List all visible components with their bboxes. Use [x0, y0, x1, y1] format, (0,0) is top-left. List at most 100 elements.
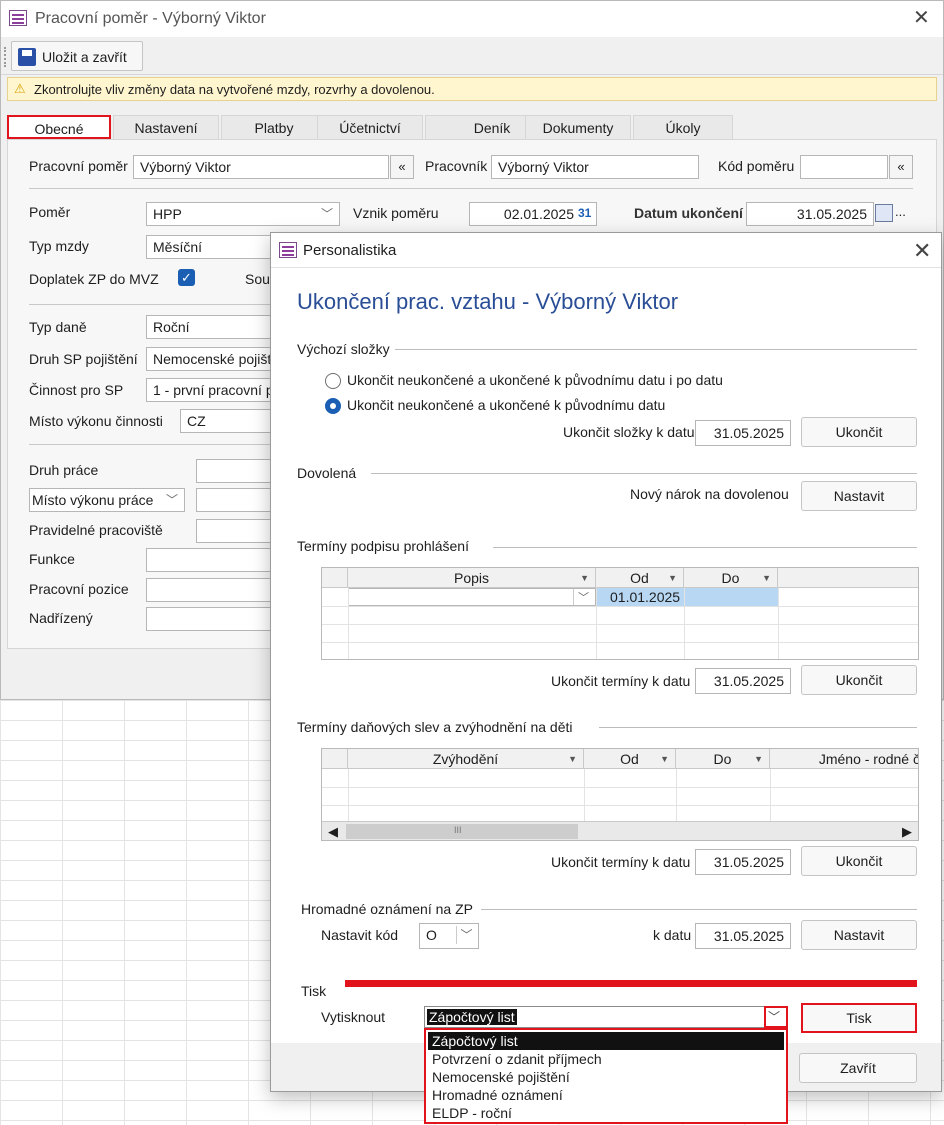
grid-column-line: [348, 769, 349, 821]
cinnost-label: Činnost pro SP: [29, 382, 124, 398]
separator: [29, 188, 913, 189]
scrollbar-thumb[interactable]: III: [346, 824, 578, 839]
nadrizeny-field[interactable]: [146, 607, 276, 631]
pomer-combo[interactable]: HPP ﹀: [146, 202, 340, 226]
dropdown-option[interactable]: Potvrzení o zdanit příjmech: [428, 1050, 784, 1068]
column-menu-icon[interactable]: ▼: [754, 749, 763, 769]
row-header-cell: [322, 749, 348, 769]
dropdown-option[interactable]: Nemocenské pojištění: [428, 1068, 784, 1086]
ukoncit-terminy-slev-button[interactable]: Ukončit: [801, 846, 917, 876]
titlebar: Pracovní poměr - Výborný Viktor ✕: [1, 1, 943, 37]
scroll-grip: III: [454, 825, 462, 835]
nastavit-dovolenou-button[interactable]: Nastavit: [801, 481, 917, 511]
separator: [29, 444, 273, 445]
column-header-popis[interactable]: Popis ▼: [348, 568, 596, 588]
funkce-label: Funkce: [29, 551, 75, 567]
column-menu-icon[interactable]: ▼: [660, 749, 669, 769]
ukoncit-terminy-podpisu-button[interactable]: Ukončit: [801, 665, 917, 695]
misto-prace-label: Místo výkonu práce: [32, 492, 154, 508]
pracovni-pozice-field[interactable]: [146, 578, 276, 602]
column-header-do[interactable]: Do ▼: [684, 568, 778, 588]
tab-platby[interactable]: Platby: [221, 115, 327, 139]
column-header-do[interactable]: Do ▼: [676, 749, 770, 769]
column-header-zvyhodneni[interactable]: Zvýhodění ▼: [348, 749, 584, 769]
hromadne-date-field[interactable]: 31.05.2025: [695, 923, 791, 949]
druh-prace-field[interactable]: [196, 459, 276, 483]
column-menu-icon[interactable]: ▼: [762, 568, 771, 588]
chevron-down-icon[interactable]: ﹀: [456, 926, 476, 944]
druh-sp-combo[interactable]: Nemocenské pojiště: [146, 347, 276, 371]
vychozi-section-title: Výchozí složky: [297, 341, 390, 357]
dropdown-option[interactable]: Hromadné oznámení: [428, 1086, 784, 1104]
radio-option-2[interactable]: [325, 398, 341, 414]
column-menu-icon[interactable]: ▼: [668, 568, 677, 588]
tab-nastaveni[interactable]: Nastavení: [113, 115, 219, 139]
zavrit-button[interactable]: Zavřít: [799, 1053, 917, 1083]
nastavit-kod-value: O: [426, 927, 437, 943]
vytisknout-combo[interactable]: Zápočtový list: [424, 1006, 788, 1028]
column-header-od[interactable]: Od ▼: [596, 568, 684, 588]
calendar-icon[interactable]: 31: [578, 206, 591, 220]
typ-mzdy-combo[interactable]: Měsíční: [146, 235, 276, 259]
vytisknout-selected-value: Zápočtový list: [427, 1009, 517, 1025]
funkce-field[interactable]: [146, 548, 276, 572]
tab-ukoly[interactable]: Úkoly: [633, 115, 733, 139]
personalistika-dialog: Personalistika ✕ Ukončení prac. vztahu -…: [270, 232, 942, 1092]
calendar-icon[interactable]: [875, 204, 893, 222]
scroll-right-icon[interactable]: ▶: [902, 824, 912, 840]
typ-dane-combo[interactable]: Roční: [146, 315, 276, 339]
kod-pomeru-lookup-button[interactable]: «: [889, 155, 913, 179]
vytisknout-label: Vytisknout: [321, 1009, 386, 1025]
tab-ucetnictvi[interactable]: Účetnictví: [317, 115, 423, 139]
tab-obecne[interactable]: Obecné: [7, 115, 111, 139]
pracovni-pomer-lookup-button[interactable]: «: [390, 155, 414, 179]
grid-row-line: [322, 787, 918, 788]
hromadne-date-label: k datu: [653, 927, 692, 943]
tisk-button-highlight: [801, 1003, 917, 1033]
doplatek-checkbox[interactable]: ✓: [178, 269, 195, 286]
vznik-pomeru-label: Vznik poměru: [353, 205, 439, 221]
terminy-slev-date-field[interactable]: 31.05.2025: [695, 849, 791, 875]
nastavit-hromadne-button[interactable]: Nastavit: [801, 920, 917, 950]
close-icon[interactable]: ✕: [913, 8, 930, 28]
column-header-od[interactable]: Od ▼: [584, 749, 676, 769]
kod-pomeru-field[interactable]: [800, 155, 888, 179]
separator: [29, 304, 273, 305]
chevron-down-icon[interactable]: ﹀: [317, 205, 337, 223]
ukoncit-slozky-button[interactable]: Ukončit: [801, 417, 917, 447]
pracovni-pomer-field[interactable]: Výborný Viktor: [133, 155, 389, 179]
radio-option-1[interactable]: [325, 373, 341, 389]
tab-dokumenty[interactable]: Dokumenty: [525, 115, 631, 139]
terminy-podpisu-date-label: Ukončit termíny k datu: [551, 673, 691, 689]
title-divider: [271, 267, 941, 268]
chevron-down-icon[interactable]: ﹀: [768, 1008, 780, 1025]
od-cell-selected[interactable]: 01.01.2025: [596, 588, 778, 606]
pravidelne-field[interactable]: [196, 519, 276, 543]
chevron-down-icon[interactable]: ﹀: [573, 589, 593, 605]
dropdown-option[interactable]: Zápočtový list: [428, 1032, 784, 1050]
save-and-close-button[interactable]: Uložit a zavřít: [11, 41, 143, 71]
nastavit-kod-combo[interactable]: O ﹀: [419, 923, 479, 949]
tisk-highlight-line: [345, 980, 917, 987]
misto-prace-combo[interactable]: Místo výkonu práce ﹀: [29, 488, 185, 512]
close-icon[interactable]: ✕: [913, 240, 931, 262]
column-menu-icon[interactable]: ▼: [580, 568, 589, 588]
column-header-jmeno[interactable]: Jméno - rodné č: [770, 749, 918, 769]
vychozi-date-field[interactable]: 31.05.2025: [695, 420, 791, 446]
misto-prace-field[interactable]: [196, 488, 276, 512]
horizontal-scrollbar[interactable]: ◀ III ▶: [322, 821, 918, 840]
grid-header: Zvýhodění ▼ Od ▼ Do ▼ Jméno - rodné č: [322, 749, 918, 769]
pracovnik-field[interactable]: Výborný Viktor: [491, 155, 699, 179]
scroll-left-icon[interactable]: ◀: [328, 824, 338, 840]
cinnost-combo[interactable]: 1 - první pracovní p: [146, 378, 276, 402]
misto-cinnosti-combo[interactable]: CZ: [180, 409, 276, 433]
chevron-down-icon[interactable]: ﹀: [162, 491, 182, 509]
column-menu-icon[interactable]: ▼: [568, 749, 577, 769]
terminy-podpisu-date-field[interactable]: 31.05.2025: [695, 668, 791, 694]
section-line: [493, 547, 917, 548]
popis-cell-editor[interactable]: ﹀: [348, 588, 596, 606]
more-dots-icon[interactable]: ...: [895, 204, 906, 219]
terminy-podpisu-grid: Popis ▼ Od ▼ Do ▼ ﹀ 01.01.2025: [321, 567, 919, 660]
dropdown-option[interactable]: ELDP - roční: [428, 1104, 784, 1122]
datum-ukonceni-field[interactable]: 31.05.2025: [746, 202, 874, 226]
